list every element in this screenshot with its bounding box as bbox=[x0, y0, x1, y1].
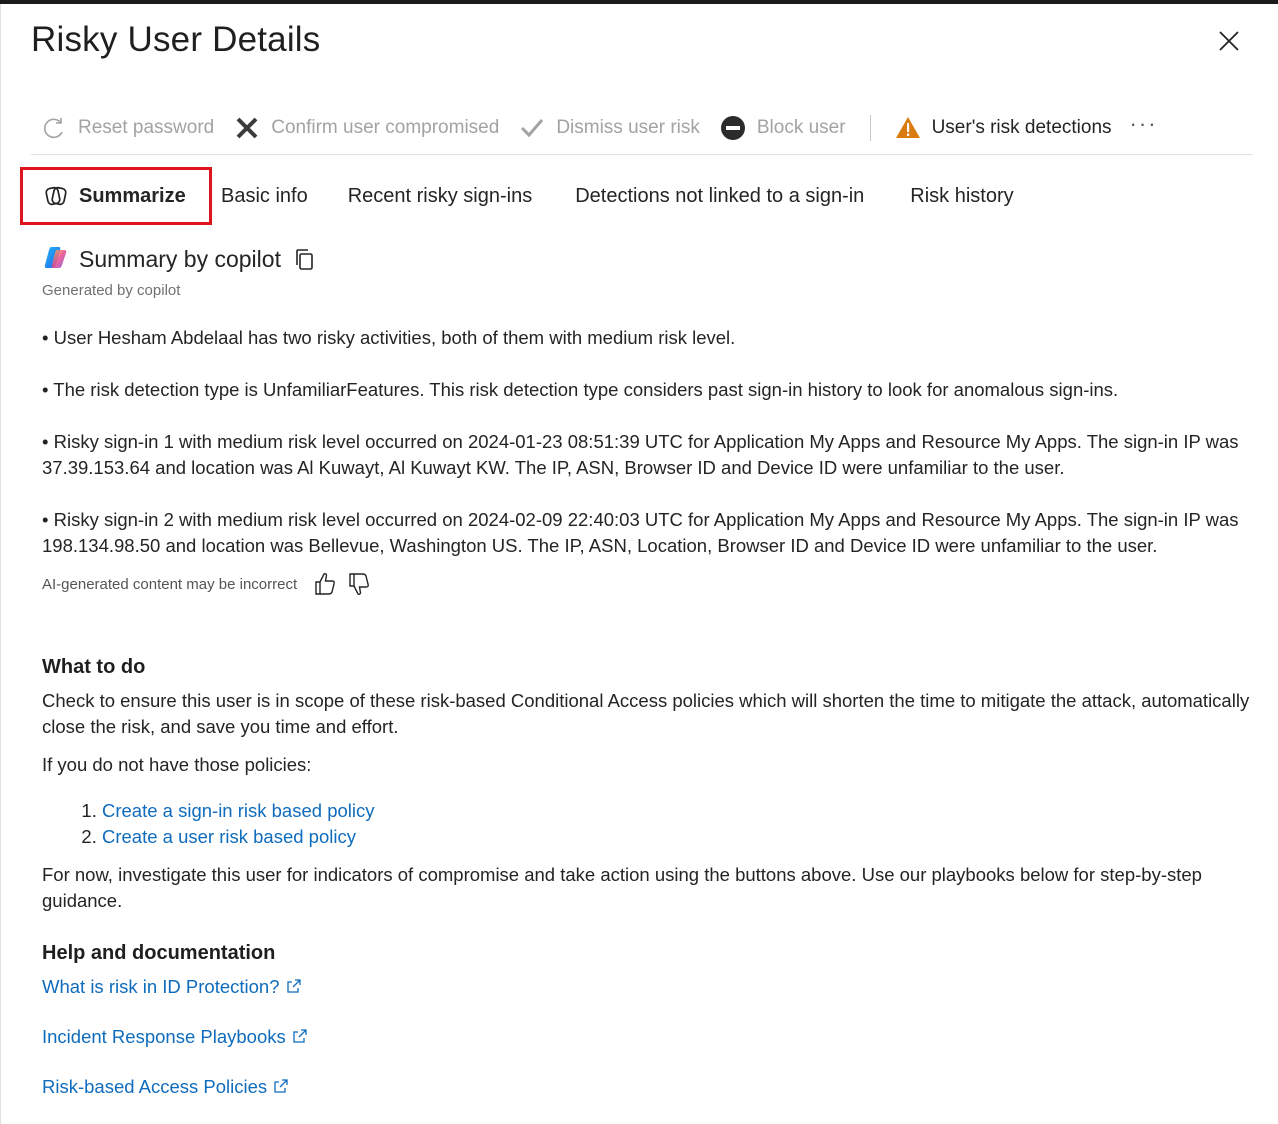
summary-bullet: • Risky sign-in 1 with medium risk level… bbox=[42, 431, 1239, 478]
help-link-label: Incident Response Playbooks bbox=[42, 1026, 286, 1047]
generated-by-label: Generated by copilot bbox=[42, 282, 181, 299]
copy-icon bbox=[296, 248, 313, 270]
risk-based-access-policies-link[interactable]: Risk-based Access Policies bbox=[42, 1076, 289, 1097]
what-to-do-text: Check to ensure this user is in scope of… bbox=[42, 690, 1250, 737]
more-actions-button[interactable]: ··· bbox=[1122, 104, 1166, 144]
dismiss-risk-label: Dismiss user risk bbox=[556, 117, 700, 138]
copy-button[interactable] bbox=[294, 248, 316, 272]
ai-disclaimer: AI-generated content may be incorrect bbox=[42, 575, 298, 593]
copilot-summarize-icon bbox=[43, 183, 69, 209]
risk-detections-label: User's risk detections bbox=[931, 117, 1112, 138]
checkmark-icon bbox=[519, 115, 545, 141]
tab-bar: Summarize Basic info Recent risky sign-i… bbox=[20, 167, 1014, 225]
summary-content: • User Hesham Abdelaal has two risky act… bbox=[42, 325, 1257, 585]
x-icon bbox=[234, 115, 260, 141]
help-link-row: What is risk in ID Protection? bbox=[42, 974, 1257, 1000]
tab-summarize-label: Summarize bbox=[79, 184, 186, 207]
reset-password-label: Reset password bbox=[78, 117, 215, 138]
page-title: Risky User Details bbox=[31, 20, 321, 59]
copilot-logo-icon bbox=[42, 244, 68, 275]
confirm-compromised-button[interactable]: Confirm user compromised bbox=[224, 108, 509, 148]
toolbar-divider bbox=[869, 115, 871, 141]
block-user-label: Block user bbox=[756, 117, 846, 138]
close-button[interactable] bbox=[1214, 26, 1244, 56]
toolbar-divider-line bbox=[31, 154, 1253, 155]
risk-in-id-protection-link[interactable]: What is risk in ID Protection? bbox=[42, 976, 302, 997]
window-top-border bbox=[0, 0, 1278, 4]
ai-feedback-row: AI-generated content may be incorrect bbox=[42, 571, 371, 597]
external-link-icon bbox=[274, 1079, 288, 1093]
tab-risk-history[interactable]: Risk history bbox=[910, 167, 1013, 225]
tab-basic-info[interactable]: Basic info bbox=[221, 167, 308, 225]
thumbs-down-button[interactable] bbox=[347, 571, 371, 597]
what-to-do-heading: What to do bbox=[42, 656, 146, 678]
thumbs-down-icon bbox=[349, 573, 370, 596]
dismiss-risk-button[interactable]: Dismiss user risk bbox=[509, 108, 710, 148]
refresh-icon bbox=[41, 115, 67, 141]
policy-links-list: Create a sign-in risk based policy Creat… bbox=[102, 798, 1257, 850]
investigate-text: For now, investigate this user for indic… bbox=[42, 864, 1202, 911]
policy-list-item: Create a sign-in risk based policy bbox=[102, 798, 1257, 824]
help-link-row: Risk-based Access Policies bbox=[42, 1074, 1257, 1100]
warning-icon bbox=[895, 115, 921, 141]
help-section: Help and documentation What is risk in I… bbox=[42, 940, 1257, 1100]
help-link-row: Incident Response Playbooks bbox=[42, 1024, 1257, 1050]
help-link-label: What is risk in ID Protection? bbox=[42, 976, 280, 997]
help-heading: Help and documentation bbox=[42, 942, 276, 964]
reset-password-button[interactable]: Reset password bbox=[31, 108, 224, 148]
risk-detections-button[interactable]: User's risk detections bbox=[885, 108, 1122, 148]
external-link-icon bbox=[286, 979, 301, 993]
summary-bullet: • The risk detection type is UnfamiliarF… bbox=[42, 379, 1119, 400]
thumbs-up-button[interactable] bbox=[313, 571, 337, 597]
summary-header: Summary by copilot bbox=[42, 244, 316, 275]
sign-in-risk-policy-link[interactable]: Create a sign-in risk based policy bbox=[102, 800, 375, 821]
tab-recent-risky-sign-ins[interactable]: Recent risky sign-ins bbox=[348, 167, 533, 225]
what-to-do-section: What to do Check to ensure this user is … bbox=[42, 654, 1257, 914]
confirm-compromised-label: Confirm user compromised bbox=[271, 117, 500, 138]
thumbs-up-icon bbox=[315, 572, 336, 595]
summary-bullet: • User Hesham Abdelaal has two risky act… bbox=[42, 327, 736, 348]
command-bar: Reset password Confirm user compromised … bbox=[31, 108, 1166, 148]
summary-heading: Summary by copilot bbox=[79, 246, 281, 272]
policy-list-item: Create a user risk based policy bbox=[102, 824, 1257, 850]
panel-left-border bbox=[0, 4, 1, 1124]
summary-bullet: • Risky sign-in 2 with medium risk level… bbox=[42, 509, 1239, 556]
help-link-label: Risk-based Access Policies bbox=[42, 1076, 268, 1097]
close-icon bbox=[1219, 31, 1239, 51]
tab-detections-not-linked[interactable]: Detections not linked to a sign-in bbox=[575, 167, 864, 225]
user-risk-policy-link[interactable]: Create a user risk based policy bbox=[102, 826, 356, 847]
tab-summarize[interactable]: Summarize bbox=[20, 167, 212, 225]
external-link-icon bbox=[293, 1029, 307, 1043]
policies-intro: If you do not have those policies: bbox=[42, 754, 312, 775]
incident-response-playbooks-link[interactable]: Incident Response Playbooks bbox=[42, 1026, 308, 1047]
block-user-button[interactable]: Block user bbox=[710, 108, 856, 148]
block-icon bbox=[720, 115, 746, 141]
